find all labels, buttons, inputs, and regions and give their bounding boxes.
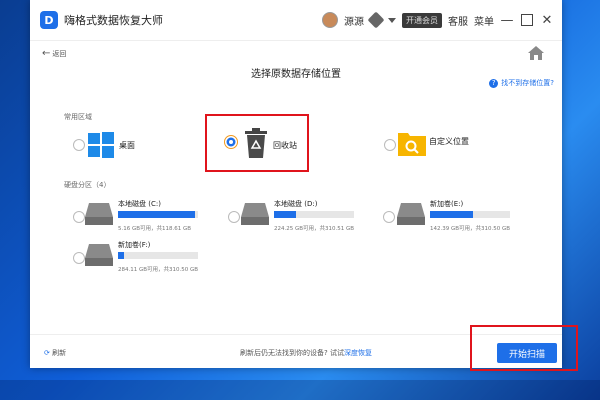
disk-e-size: 142.39 GB可用，共310.50 GB <box>430 226 511 232</box>
app-title: 嗨格式数据恢复大师 <box>64 14 163 27</box>
selected-radio-icon[interactable] <box>224 135 238 149</box>
disk-e-usage-bar <box>430 211 510 218</box>
disk-c-usage-bar <box>118 211 198 218</box>
disk-e-usage-fill <box>430 211 474 218</box>
desktop-radio[interactable] <box>73 139 85 151</box>
vip-button[interactable]: 开通会员 <box>402 12 442 28</box>
disk-f-usage-bar <box>118 252 198 259</box>
start-scan-button[interactable]: 开始扫描 <box>497 343 557 363</box>
maximize-icon <box>521 14 533 26</box>
common-section-label: 常用区域 <box>64 113 92 121</box>
username[interactable]: 源源 <box>344 13 364 28</box>
disk-section-label: 硬盘分区（4） <box>64 181 111 189</box>
custom-location-label[interactable]: 自定义位置 <box>429 136 469 147</box>
folder-search-icon[interactable] <box>398 130 426 156</box>
home-icon[interactable] <box>528 46 544 60</box>
disk-c-name[interactable]: 本地磁盘 (C:) <box>118 199 161 209</box>
chevron-down-icon[interactable] <box>388 17 396 23</box>
back-button[interactable]: ← 返回 <box>42 48 66 59</box>
help-link[interactable]: ? 找不到存储位置? <box>489 78 554 88</box>
maximize-button[interactable] <box>520 13 534 27</box>
service-button[interactable]: 客服 <box>448 13 468 28</box>
back-label: 返回 <box>52 50 67 58</box>
refresh-button[interactable]: ⟳ 刷新 <box>44 348 66 358</box>
title-bar: D 嗨格式数据恢复大师 源源 开通会员 客服 菜单 — ✕ <box>30 0 562 41</box>
footer-hint: 刷新后仍无法找到你的设备? 试试深度恢复 <box>240 348 372 358</box>
recycle-bin-icon[interactable] <box>244 128 268 158</box>
menu-button[interactable]: 菜单 <box>474 13 494 28</box>
disk-f-size: 284.11 GB可用，共310.50 GB <box>118 267 199 273</box>
disk-d-radio[interactable] <box>228 211 240 223</box>
footer-hint-text: 刷新后仍无法找到你的设备? 试试 <box>240 349 344 357</box>
recycle-bin-label[interactable]: 回收站 <box>273 140 297 151</box>
disk-f-usage-fill <box>118 252 125 259</box>
minimize-button[interactable]: — <box>500 13 514 28</box>
disk-d-usage-fill <box>274 211 297 218</box>
disk-d-size: 224.25 GB可用，共310.51 GB <box>274 226 355 232</box>
custom-location-radio[interactable] <box>384 139 396 151</box>
disk-f-name[interactable]: 新加卷(F:) <box>118 240 150 250</box>
disk-f-radio[interactable] <box>73 252 85 264</box>
refresh-icon: ⟳ <box>44 349 50 357</box>
hard-drive-icon <box>85 244 113 266</box>
disk-d-usage-bar <box>274 211 354 218</box>
hard-drive-icon <box>85 203 113 225</box>
disk-e-radio[interactable] <box>383 211 395 223</box>
deep-recovery-link[interactable]: 深度恢复 <box>344 349 372 357</box>
arrow-left-icon: ← <box>42 48 51 59</box>
question-icon: ? <box>489 78 499 88</box>
hard-drive-icon <box>397 203 425 225</box>
vip-gem-icon <box>367 11 385 29</box>
close-button[interactable]: ✕ <box>540 13 554 28</box>
refresh-label: 刷新 <box>52 349 67 357</box>
disk-c-size: 5.16 GB可用，共118.61 GB <box>118 226 192 232</box>
footer: ⟳ 刷新 刷新后仍无法找到你的设备? 试试深度恢复 开始扫描 <box>30 325 578 371</box>
disk-c-usage-fill <box>118 211 195 218</box>
windows-icon[interactable] <box>88 132 114 158</box>
app-window: D 嗨格式数据恢复大师 源源 开通会员 客服 菜单 — ✕ ← 返回 选择原数据存… <box>30 0 578 371</box>
page-title: 选择原数据存储位置 <box>251 69 341 80</box>
disk-c-radio[interactable] <box>73 211 85 223</box>
avatar[interactable] <box>322 12 338 28</box>
disk-d-name[interactable]: 本地磁盘 (D:) <box>274 199 317 209</box>
desktop-label[interactable]: 桌面 <box>119 140 135 151</box>
hard-drive-icon <box>241 203 269 225</box>
help-label: 找不到存储位置? <box>501 79 554 87</box>
app-logo-icon: D <box>40 11 58 29</box>
disk-e-name[interactable]: 新加卷(E:) <box>430 199 463 209</box>
taskbar <box>0 380 600 400</box>
